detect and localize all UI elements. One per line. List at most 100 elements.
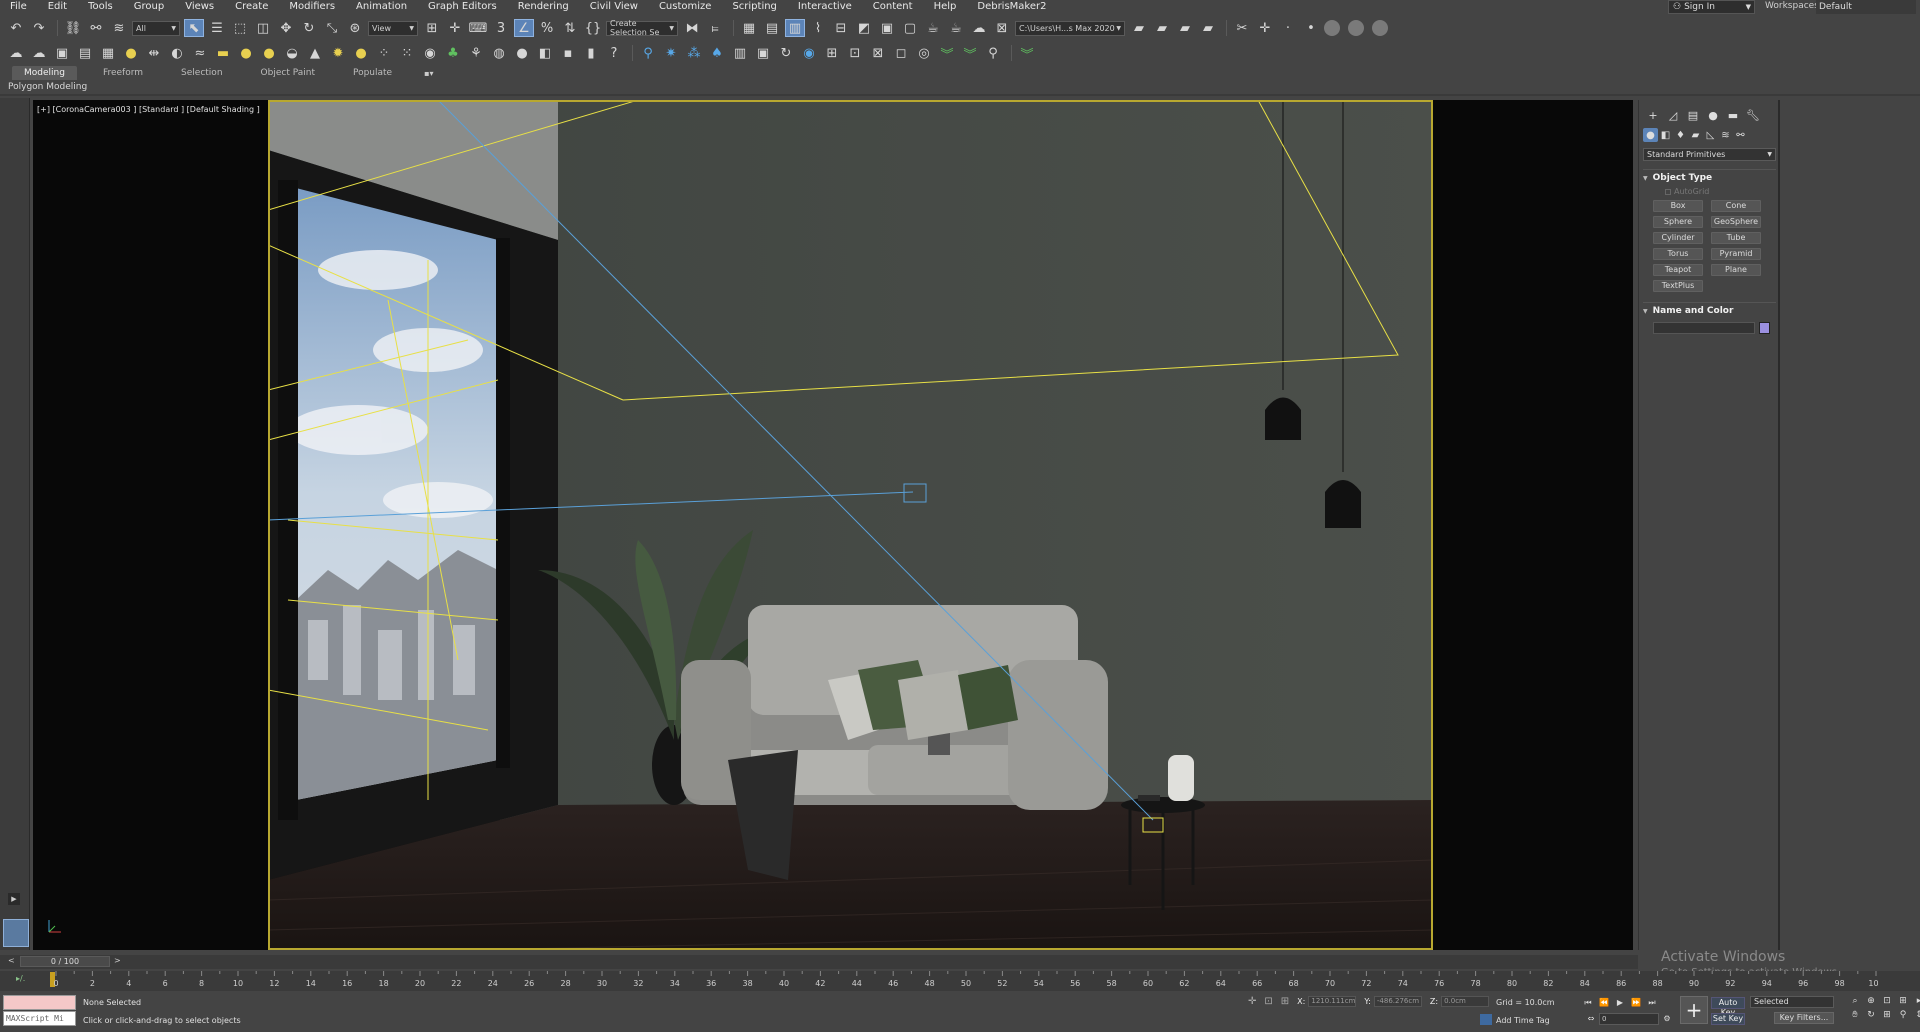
menu-debrismaker2[interactable]: DebrisMaker2 [967, 0, 1057, 14]
time-slider-thumb[interactable]: 0 / 100 [20, 956, 110, 967]
set-key-button[interactable]: Set Key [1711, 1013, 1745, 1025]
status-circle-icon[interactable] [1324, 20, 1340, 36]
object-color-swatch[interactable] [1759, 322, 1770, 334]
status-circle-icon[interactable] [1348, 20, 1364, 36]
status-circle-icon[interactable] [1372, 20, 1388, 36]
frame-icon[interactable]: ▣ [753, 44, 773, 62]
ribbon-tab-freeform[interactable]: Freeform [91, 66, 155, 80]
viewport-label[interactable]: [+] [CoronaCamera003 ] [Standard ] [Defa… [37, 105, 260, 114]
snaps-toggle-icon[interactable]: 3 [491, 19, 511, 37]
workspace-dropdown[interactable]: Default [1816, 0, 1916, 14]
wave-icon[interactable]: ≈ [190, 44, 210, 62]
window-crossing-icon[interactable]: ◫ [253, 19, 273, 37]
percent-snap-icon[interactable]: % [537, 19, 557, 37]
small-dot-icon[interactable]: • [1301, 19, 1321, 37]
fov-icon[interactable]: ▸ [1912, 996, 1920, 1006]
maximize-viewport-icon[interactable]: ⊞ [1880, 1010, 1894, 1020]
sphere-light-icon[interactable]: ● [236, 44, 256, 62]
menu-edit[interactable]: Edit [38, 0, 78, 14]
scene-explorer-icon[interactable]: ▦ [739, 19, 759, 37]
transform-icon[interactable]: ⇹ [144, 44, 164, 62]
gear-icon[interactable]: ✷ [661, 44, 681, 62]
menu-modifiers[interactable]: Modifiers [279, 0, 346, 14]
spinner-snap-icon[interactable]: ⇅ [560, 19, 580, 37]
menu-interactive[interactable]: Interactive [788, 0, 863, 14]
sphere-icon[interactable]: ● [512, 44, 532, 62]
add-time-tag-button[interactable]: Add Time Tag [1496, 1016, 1550, 1025]
time-slider-next[interactable]: > [114, 956, 124, 967]
maxscript-listener-output[interactable] [3, 995, 76, 1010]
menu-group[interactable]: Group [124, 0, 175, 14]
tree-icon[interactable]: ♠ [707, 44, 727, 62]
box-icon[interactable]: ◻ [891, 44, 911, 62]
unlink-icon[interactable]: ⚯ [86, 19, 106, 37]
converter-icon[interactable]: ▮ [581, 44, 601, 62]
cameras-icon[interactable]: ▰ [1688, 128, 1703, 142]
grid-icon[interactable]: ▦ [98, 44, 118, 62]
selection-set-dropdown[interactable]: Selected [1750, 996, 1834, 1008]
cone-light-icon[interactable]: ▲ [305, 44, 325, 62]
object-name-input[interactable] [1653, 322, 1755, 334]
named-selection-set-dropdown[interactable]: Create Selection Se ▼ [606, 19, 678, 37]
object-type-header[interactable]: ▼ Object Type [1643, 170, 1776, 183]
key-icon[interactable]: ▸/. [16, 974, 25, 983]
command-panel-scrollbar[interactable] [1778, 100, 1780, 950]
hair-tool-icon[interactable]: ✂ [1232, 19, 1252, 37]
select-manipulate-icon[interactable]: ✛ [445, 19, 465, 37]
viewport-icon[interactable]: ⊞ [822, 44, 842, 62]
undo-icon[interactable]: ↶ [6, 19, 26, 37]
angle-snap-icon[interactable]: ∠ [514, 19, 534, 37]
proxy-icon[interactable]: ⁘ [374, 44, 394, 62]
polygon-modeling-panel[interactable]: Polygon Modeling [8, 82, 87, 92]
pan-icon[interactable]: ✋︎ [1848, 1010, 1862, 1020]
time-tag-icon[interactable] [1480, 1014, 1492, 1025]
menu-views[interactable]: Views [175, 0, 225, 14]
create-plane-button[interactable]: Plane [1711, 264, 1761, 276]
autogrid-checkbox[interactable]: AutoGrid [1665, 187, 1776, 196]
menu-create[interactable]: Create [225, 0, 279, 14]
menu-help[interactable]: Help [924, 0, 968, 14]
viewport-layout-button[interactable] [3, 919, 29, 947]
spot-light-icon[interactable]: ◒ [282, 44, 302, 62]
previous-frame-icon[interactable]: ⏪ [1596, 996, 1612, 1009]
sign-in-button[interactable]: ⚇ Sign In ▼ [1668, 0, 1755, 14]
current-frame-input[interactable]: 0 [1599, 1012, 1659, 1025]
mirror-icon[interactable]: ⧓ [682, 19, 702, 37]
helpers-icon[interactable]: ◺ [1703, 128, 1718, 142]
scene-icon[interactable]: ⊠ [868, 44, 888, 62]
create-textplus-button[interactable]: TextPlus [1653, 280, 1703, 292]
time-slider-prev[interactable]: < [8, 956, 18, 967]
key-mode-toggle-icon[interactable]: ⇔ [1583, 1012, 1599, 1025]
select-object-icon[interactable]: ⬉ [184, 19, 204, 37]
help-icon[interactable]: ? [604, 44, 624, 62]
menu-customize[interactable]: Customize [649, 0, 723, 14]
ribbon-tab-selection[interactable]: Selection [169, 66, 234, 80]
menu-content[interactable]: Content [863, 0, 924, 14]
y-coordinate-field[interactable]: -486.276cm [1373, 996, 1422, 1007]
primitive-type-dropdown[interactable]: Standard Primitives ▼ [1643, 148, 1776, 161]
pin-icon[interactable]: ⚲ [638, 44, 658, 62]
render-cloud-icon[interactable]: ☁ [969, 19, 989, 37]
create-pyramid-button[interactable]: Pyramid [1711, 248, 1761, 260]
material-icon[interactable]: ◉ [799, 44, 819, 62]
track-bar[interactable]: ▸/. 0 2 4 6 8 10 12 14 16 18 20 22 24 26 28 30 32 34 36 38 4… [0, 971, 1920, 991]
double-chevron-icon[interactable]: ︾ [1017, 44, 1037, 63]
decal-icon[interactable]: ◉ [420, 44, 440, 62]
motion-tab-icon[interactable]: ● [1703, 108, 1723, 122]
dolly-icon[interactable]: ⇕ [1912, 1010, 1920, 1020]
book-icon[interactable]: ▥ [730, 44, 750, 62]
space-warps-icon[interactable]: ≋ [1718, 128, 1733, 142]
shapes-icon[interactable]: ◧ [1658, 128, 1673, 142]
go-to-end-icon[interactable]: ⏭ [1644, 996, 1660, 1009]
time-slider[interactable]: < 0 / 100 > [0, 955, 1638, 969]
ribbon-options-icon[interactable]: ▪▾ [424, 69, 433, 78]
time-config-icon[interactable]: ⚙ [1659, 1012, 1675, 1025]
camera-icon[interactable]: ◍ [489, 44, 509, 62]
camera-viewport[interactable]: [+] [CoronaCamera003 ] [Standard ] [Defa… [33, 100, 1633, 950]
disk-light-icon[interactable]: ● [259, 44, 279, 62]
link-icon[interactable]: ⛓ [63, 19, 83, 37]
crosshair-icon[interactable]: ✛ [1255, 19, 1275, 37]
absolute-mode-icon[interactable]: ⊞ [1281, 996, 1289, 1007]
menu-animation[interactable]: Animation [346, 0, 418, 14]
menu-file[interactable]: File [0, 0, 38, 14]
